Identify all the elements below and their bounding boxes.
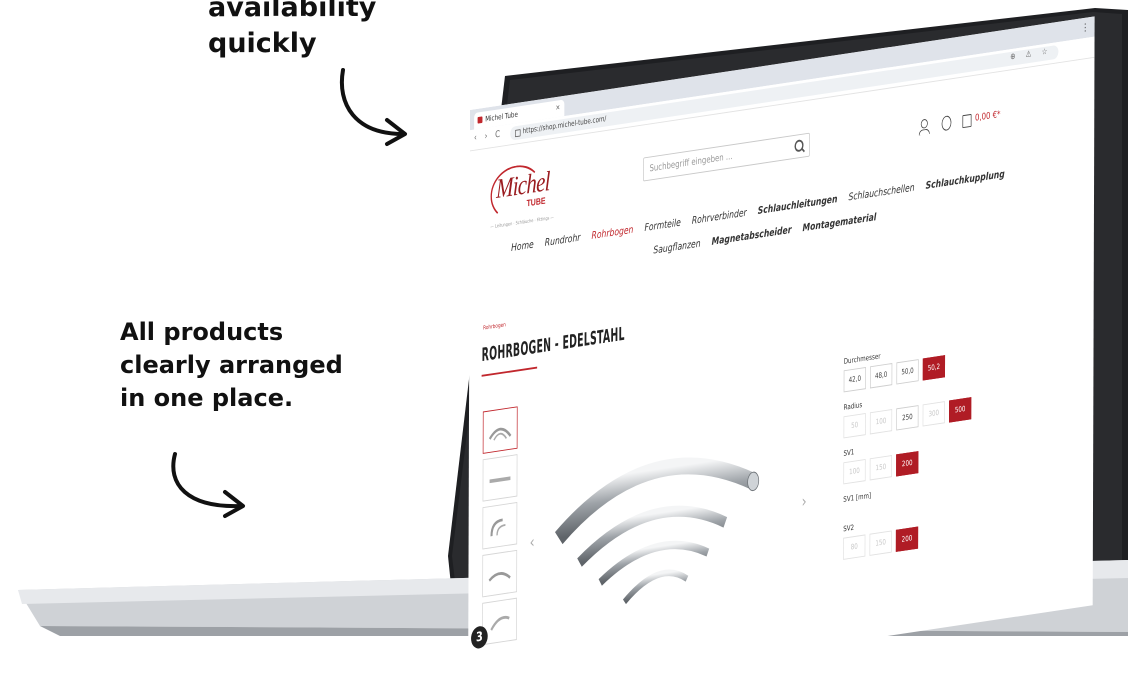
nav-item-rohrbogen[interactable]: Rohrbogen — [592, 223, 634, 241]
lock-icon — [514, 129, 521, 138]
site-logo[interactable]: Michel TUBE — [490, 160, 553, 225]
page-title: ROHRBOGEN - EDELSTAHL — [481, 322, 625, 366]
nav-item-rundrohr[interactable]: Rundrohr — [545, 231, 581, 248]
variant-options: 100 150 200 — [843, 450, 922, 485]
variant-option-button[interactable]: 100 — [869, 409, 893, 435]
bend-thumb-icon — [488, 572, 511, 582]
nav-item-montagematerial[interactable]: Montagematerial — [803, 211, 877, 234]
gallery-thumb[interactable] — [482, 549, 518, 598]
variant-option-button[interactable]: 250 — [896, 405, 919, 431]
variant-option-button[interactable]: 50,2 — [922, 355, 946, 381]
variant-option-button[interactable]: 100 — [843, 458, 866, 485]
variant-option-button[interactable]: 150 — [869, 530, 892, 556]
nav-row-1: Home Rundrohr Rohrbogen Formteile Rohrverbin… — [511, 166, 1016, 254]
gallery-thumb[interactable] — [482, 406, 518, 454]
variant-options: 80 150 200 — [843, 526, 922, 560]
nav-item-formteile[interactable]: Formteile — [644, 216, 680, 233]
variant-option-button[interactable]: 200 — [896, 451, 919, 477]
tab-close-icon[interactable]: × — [556, 103, 561, 112]
logo-sub: TUBE — [526, 196, 546, 210]
browser-window: Michel Tube × ⋮ ‹ › C https://shop.miche… — [468, 16, 1095, 699]
cart-icon[interactable] — [962, 113, 972, 129]
browser-menu-icon[interactable]: ⋮ — [1081, 21, 1089, 34]
variant-options: 50 100 250 300 500 — [843, 397, 976, 439]
variant-option-button[interactable]: 150 — [869, 455, 893, 481]
variant-option-button[interactable]: 42,0 — [843, 366, 866, 393]
nav-item-schlauchleitungen[interactable]: Schlauchleitungen — [758, 193, 838, 217]
favicon-icon — [477, 116, 483, 124]
laptop-screen: Michel Tube × ⋮ ‹ › C https://shop.miche… — [468, 16, 1095, 699]
tab-title: Michel Tube — [485, 110, 518, 124]
cart-total[interactable]: 0,00 €* — [975, 110, 1001, 124]
address-bar-icons[interactable]: ⊕ ⚠ ☆ — [1010, 47, 1051, 62]
vendor-icon[interactable] — [941, 115, 952, 132]
nav-item-magnetabscheider[interactable]: Magnetabscheider — [712, 224, 792, 248]
gallery-thumb[interactable] — [482, 454, 518, 502]
variant-option-button[interactable]: 200 — [895, 526, 919, 552]
variant-option-button[interactable]: 500 — [948, 397, 972, 423]
gallery-count-badge: 3 — [471, 625, 488, 650]
bend-thumb-icon — [488, 427, 512, 441]
main-navigation: Home Rundrohr Rohrbogen Formteile Rohrverbin… — [511, 156, 1080, 257]
variant-option-button[interactable]: 80 — [843, 534, 866, 560]
browser-nav-buttons[interactable]: ‹ › C — [474, 129, 503, 143]
nav-item-schlauchschellen[interactable]: Schlauchschellen — [849, 181, 915, 203]
variant-option-button[interactable]: 300 — [922, 401, 945, 427]
variant-option-button[interactable]: 48,0 — [870, 363, 893, 389]
bend-thumb-icon — [490, 518, 506, 537]
product-image — [554, 457, 760, 605]
variant-label: SV2 — [843, 523, 855, 534]
variant-label: Radius — [843, 400, 863, 412]
variant-label: Durchmesser — [843, 351, 881, 366]
search-icon[interactable] — [794, 139, 804, 153]
nav-item-rohrverbinder[interactable]: Rohrverbinder — [692, 206, 747, 226]
user-icon[interactable] — [920, 118, 928, 129]
variant-option-button[interactable]: 50,0 — [896, 359, 919, 385]
nav-item-schlauchkupplung[interactable]: Schlauchkupplung — [926, 168, 1005, 192]
bend-thumb-icon — [489, 476, 511, 484]
search-input[interactable]: Suchbegriff eingeben ... — [643, 132, 810, 182]
variant-label: SV1 [mm] — [843, 491, 872, 504]
title-underline — [481, 366, 538, 377]
gallery-prev-icon[interactable]: ‹ — [530, 532, 535, 552]
variant-option-button[interactable]: 50 — [843, 412, 866, 439]
search-placeholder: Suchbegriff eingeben ... — [649, 151, 733, 175]
variant-label: SV1 — [843, 447, 855, 458]
nav-item-home[interactable]: Home — [511, 238, 534, 253]
gallery-thumb[interactable] — [482, 502, 518, 550]
nav-item-saugflanzen[interactable]: Saugflanzen — [653, 237, 700, 256]
breadcrumb[interactable]: Rohrbogen — [483, 322, 506, 332]
bend-thumb-icon — [490, 615, 510, 631]
gallery-next-icon[interactable]: › — [802, 492, 807, 512]
